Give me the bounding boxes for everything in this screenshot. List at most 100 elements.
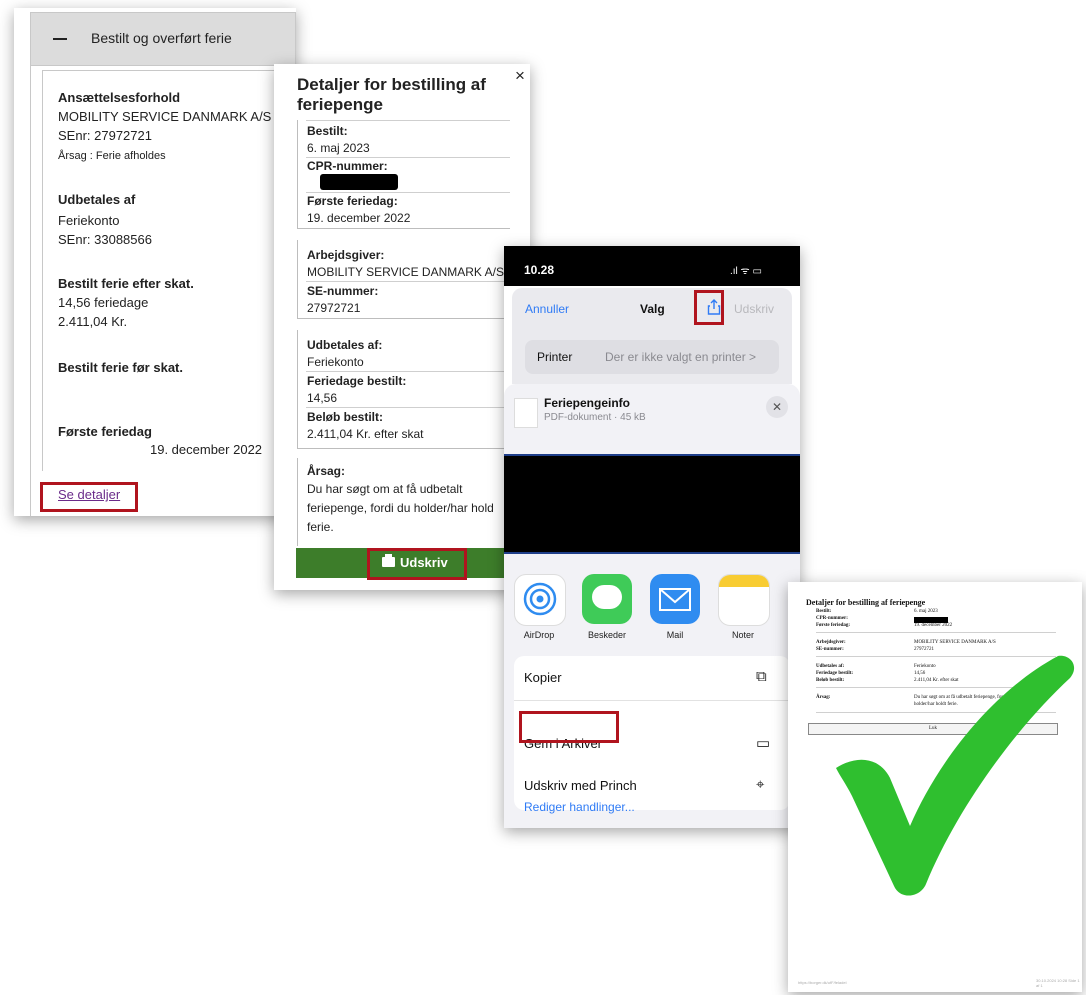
days-value: 14,56 [307,391,338,405]
after-tax-label: Bestilt ferie efter skat. [58,276,194,291]
document-preview [504,454,800,554]
row-divider [306,371,510,372]
app-label-airdrop: AirDrop [523,630,555,640]
messages-icon[interactable] [582,574,632,624]
pdf-footer-url: https://borger.dk/ufF/feladel [798,980,847,985]
payer-senr: SEnr: 33088566 [58,232,152,247]
row-divider [306,192,510,193]
reason-label: Årsag: [307,464,346,478]
cpr-redacted [320,174,398,190]
employer-senr: SEnr: 27972721 [58,128,152,143]
ordered-label: Bestilt: [307,124,348,138]
pdf-footer-date: 30.10.2024 10:28 Side 1 af 1 [1036,978,1080,988]
before-tax-label: Bestilt ferie før skat. [58,360,183,375]
first-day-label: Første feriedag: [307,194,398,208]
folder-icon: ▭ [756,735,771,752]
document-info: PDF-dokument · 45 kB [544,412,646,423]
document-icon [514,398,538,428]
print-options-sheet: Annuller Valg Udskriv Printer Der er ikk… [512,288,792,384]
row-divider [306,120,510,121]
cancel-button[interactable]: Annuller [525,302,569,316]
share-sheet: Feriepengeinfo PDF-dokument · 45 kB ✕ Ai… [504,384,800,828]
ordered-value: 6. maj 2023 [307,141,370,155]
cpr-label: CPR-nummer: [307,159,388,173]
vacation-summary-panel: Bestilt og overført ferie Ansættelsesfor… [14,8,296,516]
after-tax-amount: 2.411,04 Kr. [58,314,128,329]
printer-value: Der er ikke valgt en printer > [605,350,757,364]
amount-value: 2.411,04 Kr. efter skat [307,427,424,441]
group-border [297,240,298,318]
document-name: Feriepengeinfo [544,396,631,410]
highlight-save-to-files [519,711,619,743]
options-title: Valg [640,302,665,316]
notes-icon[interactable] [718,574,770,626]
app-label-notes: Noter [731,630,754,640]
group-border [297,330,298,448]
group-border [297,120,298,228]
row-divider [306,157,510,158]
order-details-dialog: Detaljer for bestilling af feriepenge × … [274,64,530,590]
copy-action[interactable]: Kopier ⧉ [514,656,790,701]
copy-label: Kopier [524,670,562,685]
pdf-label: Bestilt: [816,609,832,614]
app-label-mail: Mail [666,630,684,640]
printer-label: Printer [537,350,573,364]
reason-line: Du har søgt om at få udbetalt [307,482,463,496]
accordion-title: Bestilt og overført ferie [91,30,232,46]
pdf-value: 19. december 2022 [914,623,953,628]
employer-name: MOBILITY SERVICE DANMARK A/S [58,109,272,124]
employer-value: MOBILITY SERVICE DANMARK A/S [307,265,504,279]
days-label: Feriedage bestilt: [307,374,407,388]
amount-label: Beløb bestilt: [307,410,384,424]
row-divider [306,407,510,408]
highlight-see-details [40,482,138,512]
reason-line: feriepenge, fordi du holder/har hold [307,501,494,515]
collapse-icon [53,38,67,40]
reason-line: ferie. [307,520,334,534]
se-label: SE-nummer: [307,284,379,298]
pdf-label: CPR-nummer: [816,616,848,621]
se-value: 27972721 [307,301,361,315]
first-day-label: Første feriedag [58,424,152,439]
group-separator [297,228,510,229]
group-separator [297,448,510,449]
mail-icon[interactable] [650,574,700,624]
pdf-heading: Detaljer for bestilling af feriepenge [806,598,926,607]
checkmark-icon [836,655,1075,896]
accordion-header[interactable]: Bestilt og overført ferie [30,12,296,66]
close-icon[interactable]: ✕ [766,396,788,418]
printer-select[interactable]: Printer Der er ikke valgt en printer > [525,340,779,374]
status-time: 10.28 [524,263,555,277]
payer-value: Feriekonto [307,355,364,369]
employer-label: Arbejdsgiver: [307,248,385,262]
payer-name: Feriekonto [58,213,120,228]
airdrop-icon[interactable] [514,574,566,626]
princh-print-label: Udskriv med Princh [524,778,637,793]
edit-actions-link[interactable]: Rediger handlinger... [524,800,635,814]
payer-label: Udbetales af: [307,338,383,352]
highlight-print-button [367,548,467,580]
group-border [297,458,298,546]
pdf-label: Første feriedag: [816,623,851,628]
first-day-value: 19. december 2022 [307,211,411,225]
row-divider [306,281,510,282]
pdf-value: MOBILITY SERVICE DANMARK A/S [914,640,996,645]
payer-label: Udbetales af [58,192,136,207]
reason-text: Årsag : Ferie afholdes [58,150,166,162]
location-pin-icon: ⌖ [756,776,765,793]
group-separator [297,318,510,319]
highlight-share-icon [694,290,724,325]
status-bar: 10.28 .ıl ᯤ ▭ [504,246,800,286]
close-icon[interactable]: × [515,66,525,86]
pdf-divider [816,632,1056,633]
dialog-title: Detaljer for bestilling af feriepenge [297,75,486,114]
pdf-label: Arbejdsgiver: [816,640,846,645]
print-action[interactable]: Udskriv [734,302,774,316]
after-tax-days: 14,56 feriedage [58,295,149,310]
app-label-messages: Beskeder [587,630,627,640]
first-day-value: 19. december 2022 [150,442,263,457]
pdf-value: 6. maj 2023 [914,609,938,614]
copy-icon: ⧉ [756,668,767,685]
employment-label: Ansættelsesforhold [58,90,181,105]
status-icons: .ıl ᯤ ▭ [730,266,762,277]
